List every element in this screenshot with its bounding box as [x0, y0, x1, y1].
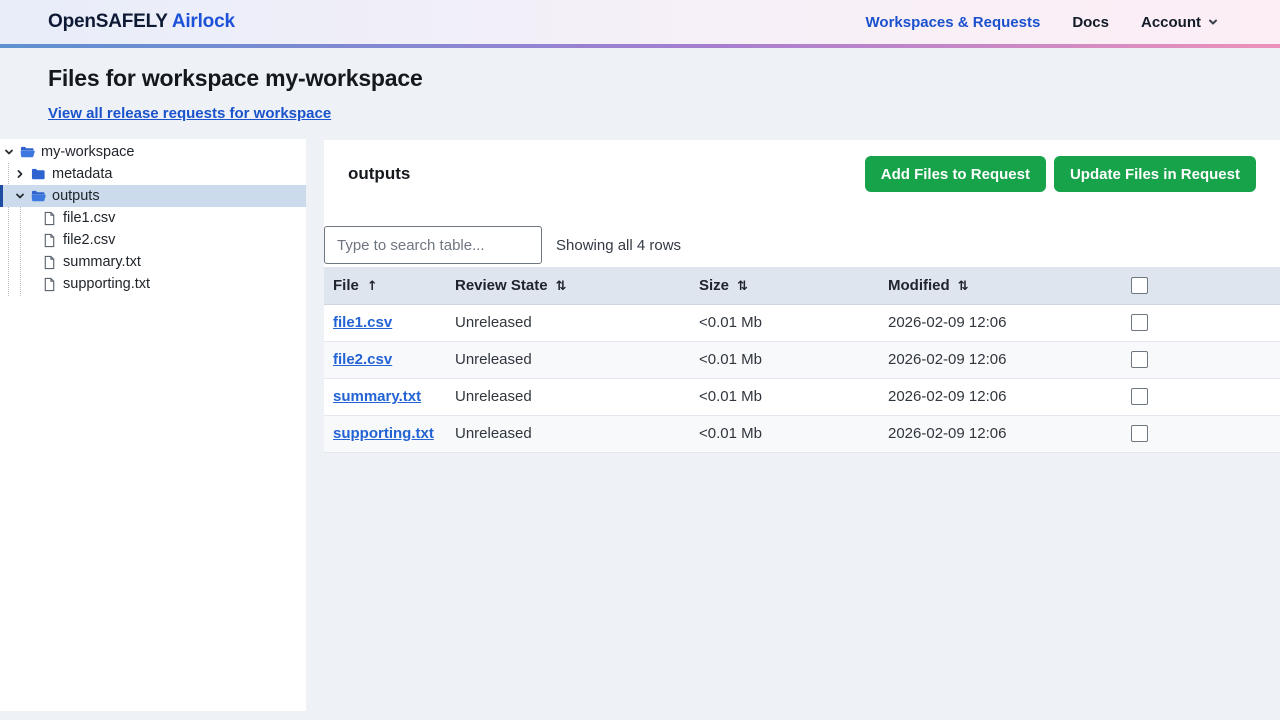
nav-link-docs[interactable]: Docs: [1072, 14, 1109, 31]
table-row: file1.csv Unreleased <0.01 Mb 2026-02-09…: [324, 304, 1280, 341]
brand-opensafely: OpenSAFELY: [48, 11, 167, 32]
file-link-supporting-txt[interactable]: supporting.txt: [333, 425, 434, 442]
row-checkbox[interactable]: [1131, 351, 1148, 368]
modified-cell: 2026-02-09 12:06: [879, 378, 1109, 415]
page-header: Files for workspace my-workspace View al…: [0, 48, 1280, 123]
action-buttons: Add Files to Request Update Files in Req…: [865, 156, 1256, 192]
sort-icon: ⇅: [958, 279, 969, 294]
column-header-modified[interactable]: Modified⇅: [879, 267, 1109, 304]
size-cell: <0.01 Mb: [690, 378, 879, 415]
row-checkbox[interactable]: [1131, 388, 1148, 405]
tree-item-outputs[interactable]: outputs: [0, 185, 306, 207]
sort-icon: ⇅: [737, 279, 748, 294]
column-header-review-state[interactable]: Review State⇅: [446, 267, 690, 304]
app-logo[interactable]: OpenSAFELY Airlock: [48, 11, 235, 33]
select-all-checkbox[interactable]: [1131, 277, 1148, 294]
tree-item-file2-csv[interactable]: file2.csv: [0, 229, 306, 251]
tree-item-label: metadata: [52, 166, 112, 182]
review-state-cell: Unreleased: [446, 341, 690, 378]
chevron-down-icon: [3, 146, 15, 158]
table-row: supporting.txt Unreleased <0.01 Mb 2026-…: [324, 415, 1280, 452]
file-link-file1-csv[interactable]: file1.csv: [333, 314, 392, 331]
main-content-panel: outputs Add Files to Request Update File…: [324, 140, 1280, 453]
file-icon: [42, 277, 57, 292]
folder-closed-icon: [31, 167, 46, 182]
chevron-right-icon: [14, 168, 26, 180]
modified-cell: 2026-02-09 12:06: [879, 341, 1109, 378]
account-menu[interactable]: Account: [1141, 14, 1218, 31]
table-row: summary.txt Unreleased <0.01 Mb 2026-02-…: [324, 378, 1280, 415]
table-header-row: File↑ Review State⇅ Size⇅ Modified⇅: [324, 267, 1280, 304]
modified-cell: 2026-02-09 12:06: [879, 415, 1109, 452]
tree-item-label: summary.txt: [63, 254, 141, 270]
update-files-button[interactable]: Update Files in Request: [1054, 156, 1256, 192]
column-header-select-all: [1109, 267, 1280, 304]
navbar: OpenSAFELY Airlock Workspaces & Requests…: [0, 0, 1280, 44]
tree-item-file1-csv[interactable]: file1.csv: [0, 207, 306, 229]
review-state-cell: Unreleased: [446, 304, 690, 341]
account-label: Account: [1141, 14, 1201, 31]
search-input[interactable]: [324, 226, 542, 264]
nav-link-workspaces-requests[interactable]: Workspaces & Requests: [866, 14, 1041, 31]
files-table: File↑ Review State⇅ Size⇅ Modified⇅ file…: [324, 267, 1280, 453]
nav-links: Workspaces & Requests Docs Account: [866, 14, 1218, 31]
chevron-down-icon: [1208, 17, 1218, 27]
review-state-cell: Unreleased: [446, 415, 690, 452]
tree-item-label: my-workspace: [41, 144, 134, 160]
file-link-file2-csv[interactable]: file2.csv: [333, 351, 392, 368]
sort-asc-icon: ↑: [367, 279, 378, 294]
tree-item-label: supporting.txt: [63, 276, 150, 292]
content-header: outputs Add Files to Request Update File…: [324, 140, 1280, 226]
add-files-button[interactable]: Add Files to Request: [865, 156, 1046, 192]
sort-icon: ⇅: [556, 279, 567, 294]
size-cell: <0.01 Mb: [690, 415, 879, 452]
tree-item-supporting-txt[interactable]: supporting.txt: [0, 273, 306, 295]
folder-open-icon: [20, 145, 35, 160]
file-tree-sidebar: my-workspace metadata outputs file1.csv …: [0, 139, 306, 711]
column-header-file[interactable]: File↑: [324, 267, 446, 304]
tree-item-label: file1.csv: [63, 210, 115, 226]
chevron-down-icon: [14, 190, 26, 202]
file-link-summary-txt[interactable]: summary.txt: [333, 388, 421, 405]
review-state-cell: Unreleased: [446, 378, 690, 415]
table-row: file2.csv Unreleased <0.01 Mb 2026-02-09…: [324, 341, 1280, 378]
modified-cell: 2026-02-09 12:06: [879, 304, 1109, 341]
file-icon: [42, 211, 57, 226]
tree-item-my-workspace[interactable]: my-workspace: [0, 141, 306, 163]
tree-item-label: file2.csv: [63, 232, 115, 248]
content-title: outputs: [348, 164, 410, 184]
folder-open-icon: [31, 189, 46, 204]
row-count-text: Showing all 4 rows: [556, 237, 681, 254]
tree-item-label: outputs: [52, 188, 100, 204]
size-cell: <0.01 Mb: [690, 304, 879, 341]
column-header-size[interactable]: Size⇅: [690, 267, 879, 304]
row-checkbox[interactable]: [1131, 314, 1148, 331]
page-title: Files for workspace my-workspace: [48, 65, 1232, 92]
file-icon: [42, 255, 57, 270]
brand-airlock: Airlock: [172, 11, 235, 32]
row-checkbox[interactable]: [1131, 425, 1148, 442]
size-cell: <0.01 Mb: [690, 341, 879, 378]
tree-item-metadata[interactable]: metadata: [0, 163, 306, 185]
view-release-requests-link[interactable]: View all release requests for workspace: [48, 105, 331, 122]
file-icon: [42, 233, 57, 248]
table-controls: Showing all 4 rows: [324, 226, 1280, 264]
tree-item-summary-txt[interactable]: summary.txt: [0, 251, 306, 273]
